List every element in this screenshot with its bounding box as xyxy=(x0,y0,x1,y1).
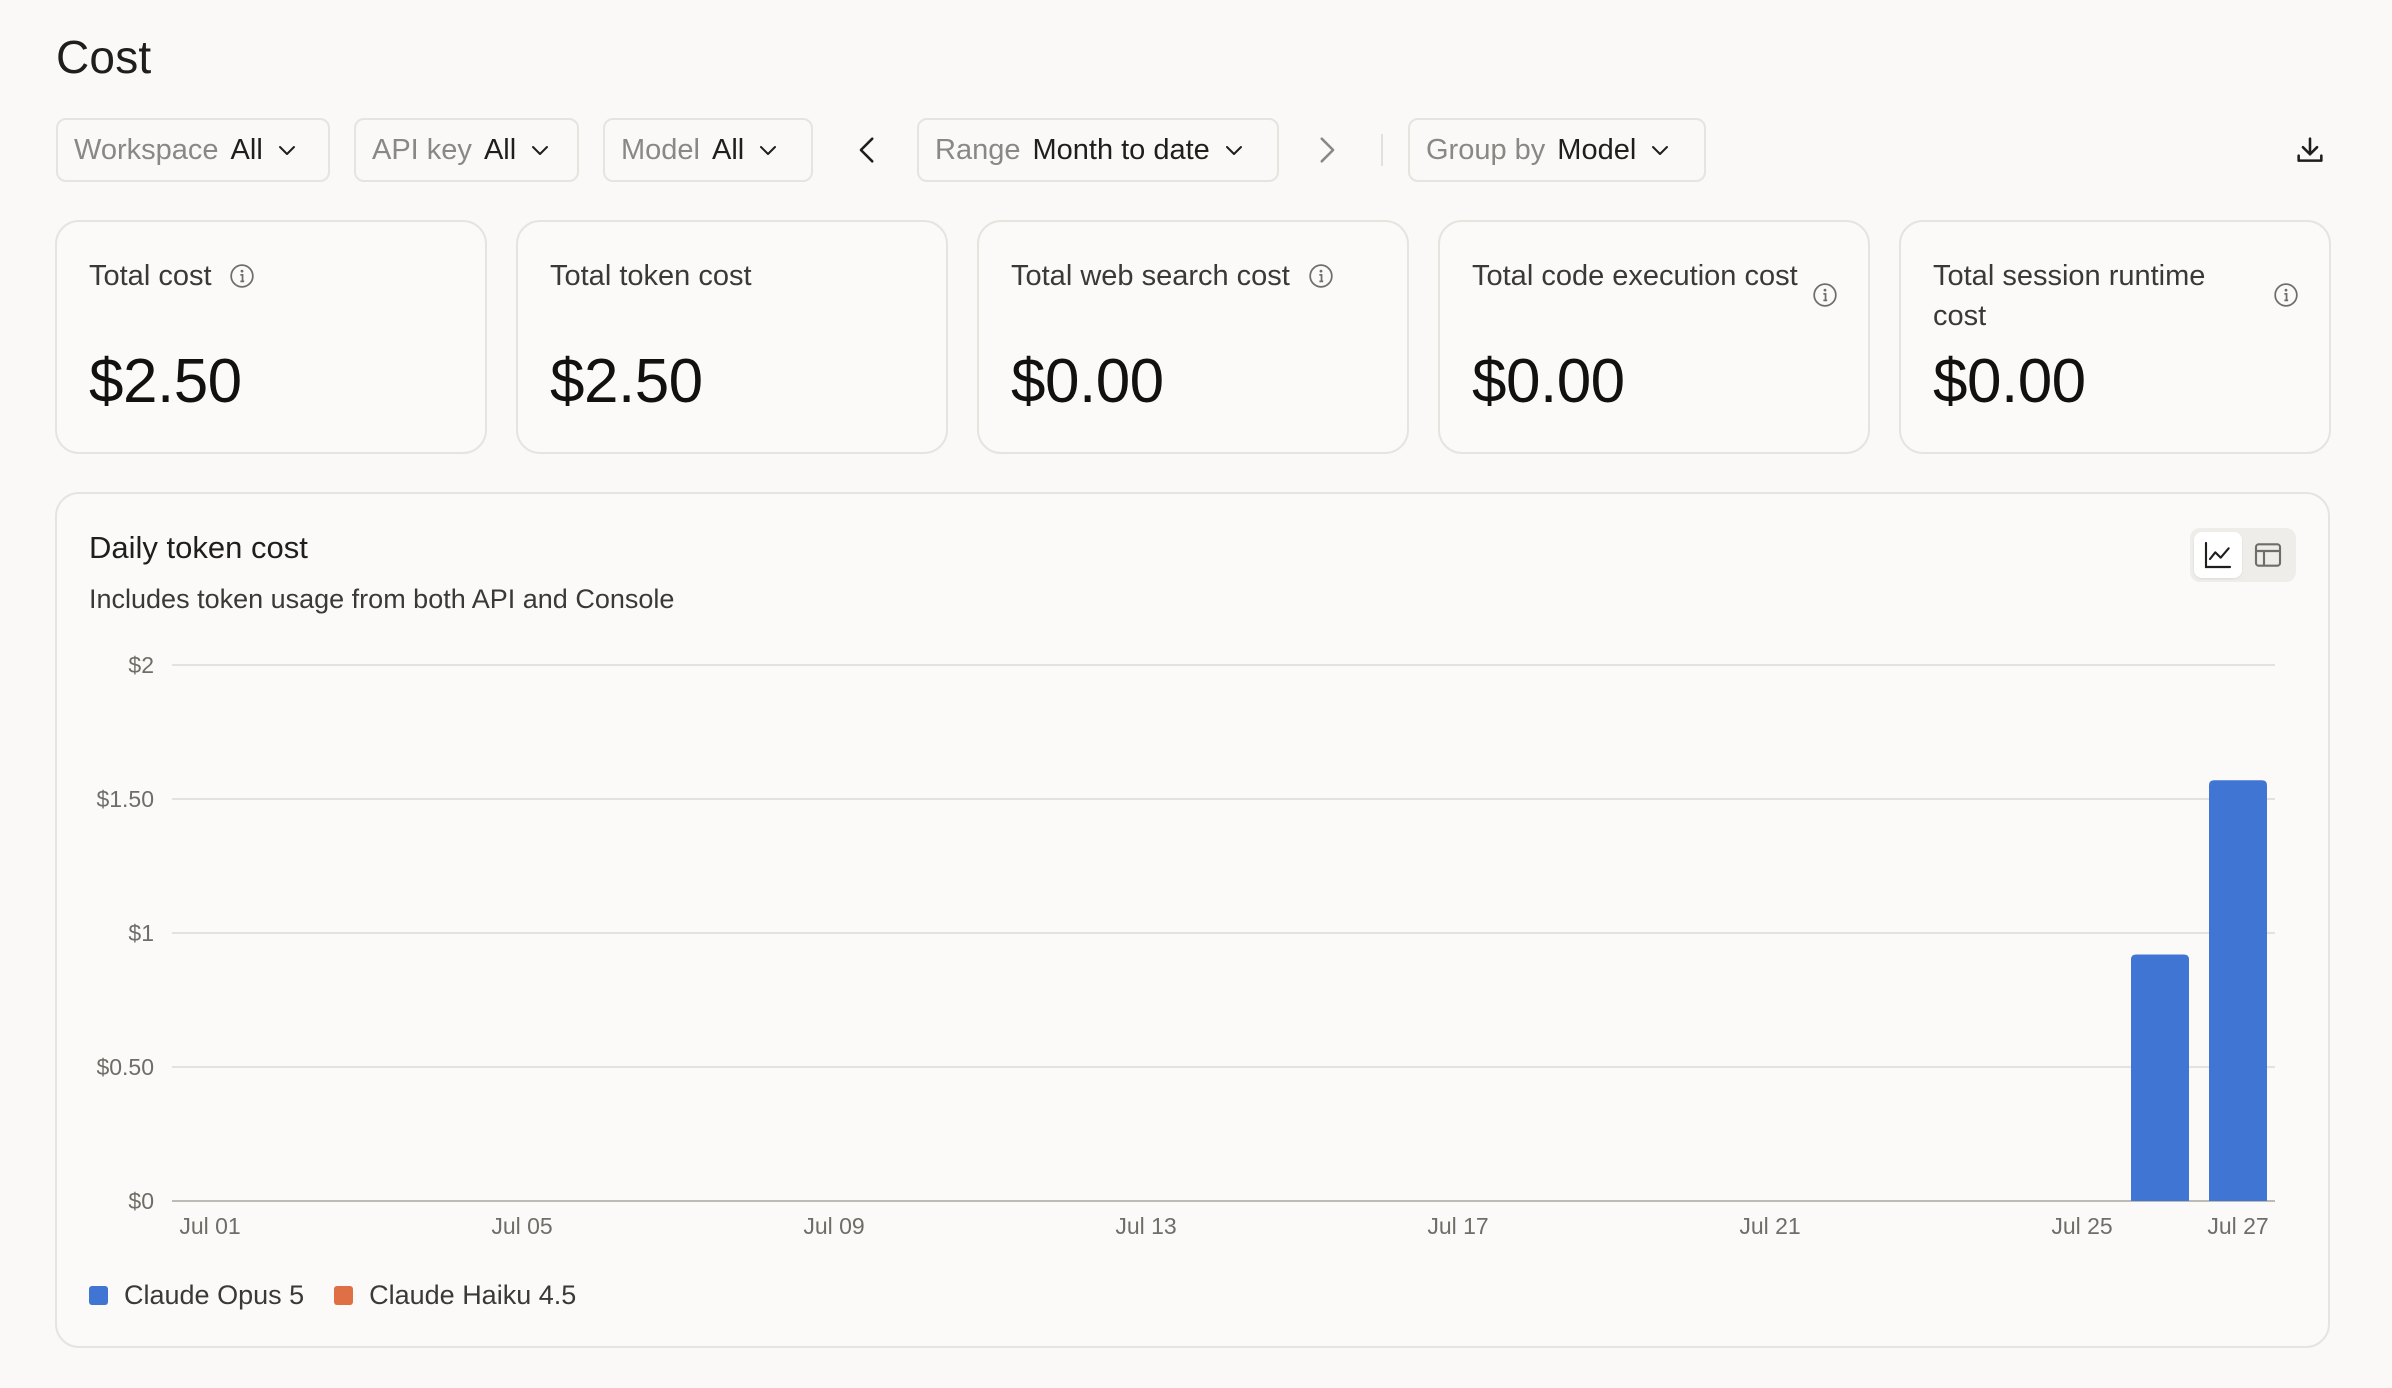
info-icon[interactable] xyxy=(2273,282,2299,308)
x-tick-label: Jul 01 xyxy=(179,1213,240,1239)
y-tick-label: $2 xyxy=(128,652,154,678)
total-token-cost-card: Total token cost $2.50 xyxy=(516,220,948,454)
bar-claude-opus-5-jul-26 xyxy=(2131,954,2189,1201)
range-filter-label: Range xyxy=(935,133,1021,166)
chevron-down-icon xyxy=(532,146,549,155)
api-key-filter-label: API key xyxy=(372,133,472,166)
download-button[interactable] xyxy=(2290,130,2330,170)
legend-swatch xyxy=(334,1286,354,1305)
card-value: $2.50 xyxy=(89,347,242,416)
bar-claude-opus-5-jul-27 xyxy=(2209,780,2267,1201)
range-filter[interactable]: Range Month to date xyxy=(917,118,1279,182)
model-filter[interactable]: Model All xyxy=(603,118,813,182)
group-by-filter-value: Model xyxy=(1557,133,1637,166)
chevron-right-icon xyxy=(1320,137,1335,163)
workspace-filter-label: Workspace xyxy=(74,133,219,166)
filter-toolbar: Workspace All API key All Model All Rang… xyxy=(56,118,2330,182)
y-tick-label: $0.50 xyxy=(96,1054,154,1080)
y-tick-label: $0 xyxy=(128,1188,154,1214)
card-title: Total token cost xyxy=(550,260,752,292)
daily-token-cost-card: Daily token cost Includes token usage fr… xyxy=(55,492,2330,1348)
group-by-filter[interactable]: Group by Model xyxy=(1408,118,1706,182)
x-tick-label: Jul 09 xyxy=(803,1213,864,1239)
x-tick-label: Jul 27 xyxy=(2207,1213,2268,1239)
info-icon[interactable] xyxy=(229,263,255,289)
toolbar-divider xyxy=(1381,134,1383,166)
y-tick-label: $1 xyxy=(128,920,154,946)
chevron-down-icon xyxy=(1225,146,1242,155)
x-tick-label: Jul 21 xyxy=(1739,1213,1800,1239)
total-cost-card: Total cost $2.50 xyxy=(55,220,487,454)
x-tick-label: Jul 13 xyxy=(1115,1213,1176,1239)
x-tick-label: Jul 25 xyxy=(2051,1213,2112,1239)
y-tick-label: $1.50 xyxy=(96,786,154,812)
model-filter-value: All xyxy=(712,133,745,166)
total-session-runtime-cost-card: Total session runtime cost $0.00 xyxy=(1899,220,2331,454)
chart-legend: Claude Opus 5 Claude Haiku 4.5 xyxy=(89,1280,606,1311)
card-value: $0.00 xyxy=(1011,347,1164,416)
download-icon xyxy=(2297,137,2323,162)
previous-range-button[interactable] xyxy=(848,130,888,170)
card-title: Total code execution cost xyxy=(1472,260,1798,292)
workspace-filter-value: All xyxy=(230,133,263,166)
model-filter-label: Model xyxy=(621,133,700,166)
api-key-filter-value: All xyxy=(483,133,517,166)
api-key-filter[interactable]: API key All xyxy=(354,118,579,182)
total-code-execution-cost-card: Total code execution cost $0.00 xyxy=(1438,220,1870,454)
chevron-left-icon xyxy=(859,137,874,163)
next-range-button[interactable] xyxy=(1306,130,1346,170)
range-filter-value: Month to date xyxy=(1032,133,1210,166)
legend-label: Claude Opus 5 xyxy=(124,1280,305,1310)
info-icon[interactable] xyxy=(1812,282,1838,308)
chevron-down-icon xyxy=(760,146,777,155)
page-title: Cost xyxy=(56,31,152,83)
legend-item-haiku[interactable]: Claude Haiku 4.5 xyxy=(334,1280,576,1311)
legend-item-opus[interactable]: Claude Opus 5 xyxy=(89,1280,304,1311)
card-value: $0.00 xyxy=(1933,347,2086,416)
total-web-search-cost-card: Total web search cost $0.00 xyxy=(977,220,1409,454)
chevron-down-icon xyxy=(1652,146,1669,155)
legend-label: Claude Haiku 4.5 xyxy=(369,1280,577,1310)
x-tick-label: Jul 17 xyxy=(1427,1213,1488,1239)
info-icon[interactable] xyxy=(1308,263,1334,289)
x-tick-label: Jul 05 xyxy=(491,1213,552,1239)
card-value: $2.50 xyxy=(550,347,703,416)
workspace-filter[interactable]: Workspace All xyxy=(56,118,330,182)
daily-token-cost-chart: $0 $0.50 $1 $1.50 $2 Jul 01 Jul 05 Jul 09 Jul 13… xyxy=(96,652,2275,1239)
card-value: $0.00 xyxy=(1472,347,1625,416)
group-by-filter-label: Group by xyxy=(1426,133,1546,166)
legend-swatch xyxy=(89,1286,108,1305)
card-title: Total web search cost xyxy=(1011,260,1290,292)
chevron-down-icon xyxy=(278,146,295,155)
card-title: Total session runtime cost xyxy=(1933,260,2206,332)
